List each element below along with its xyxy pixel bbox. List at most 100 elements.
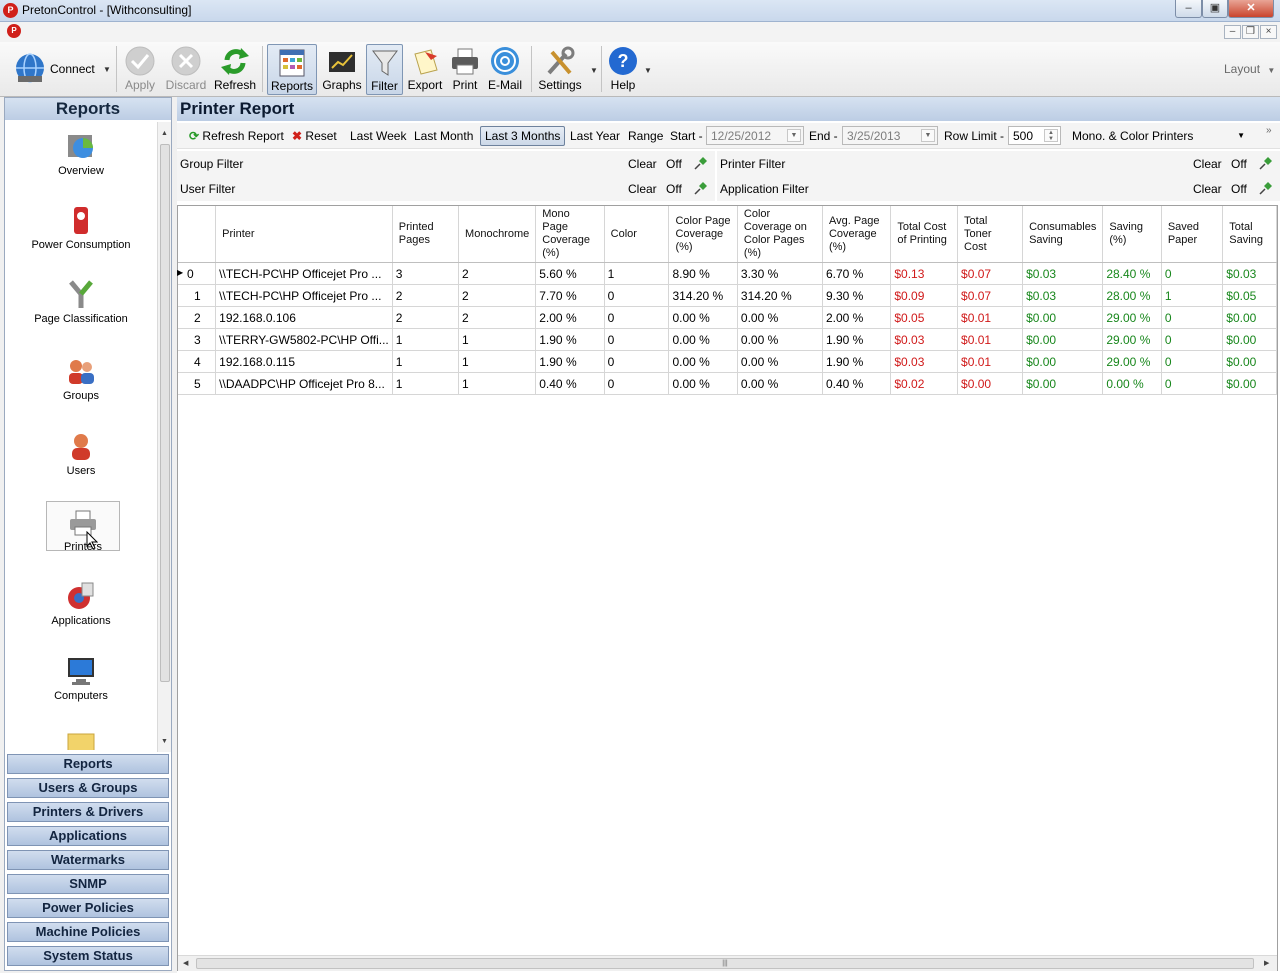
scroll-up-icon[interactable]: ▲ — [161, 130, 168, 137]
pin-icon[interactable] — [692, 155, 708, 171]
column-header[interactable]: Printer — [215, 206, 393, 263]
table-cell[interactable]: $0.00 — [1222, 372, 1277, 395]
row-limit-spinner[interactable]: 500 ▲ ▼ — [1008, 126, 1061, 145]
column-header[interactable]: Color Page Coverage (%) — [668, 206, 738, 263]
user-filter-off-toggle[interactable]: Off — [666, 182, 682, 196]
sidebar-item-page-classification[interactable]: Page Classification — [5, 278, 157, 325]
column-header[interactable]: Total Cost of Printing — [890, 206, 959, 263]
table-cell[interactable]: 1 — [458, 328, 537, 351]
overflow-chevron-icon[interactable]: » — [1266, 125, 1272, 136]
section-power-policies-button[interactable]: Power Policies — [7, 898, 169, 918]
row-index[interactable]: 2 — [178, 306, 217, 329]
table-cell[interactable]: $0.03 — [890, 328, 959, 351]
scrollbar-thumb[interactable]: ||| — [196, 958, 1254, 969]
column-header[interactable]: Printed Pages — [392, 206, 460, 263]
column-header[interactable]: Color — [604, 206, 670, 263]
sidebar-item-power-consumption[interactable]: Power Consumption — [5, 204, 157, 251]
sidebar-item-applications[interactable]: Applications — [5, 580, 157, 627]
table-cell[interactable]: 1 — [392, 350, 460, 373]
table-cell[interactable]: 0 — [1161, 306, 1224, 329]
table-cell[interactable]: $0.01 — [957, 328, 1024, 351]
application-filter-clear-button[interactable]: Clear — [1193, 182, 1222, 196]
table-cell[interactable]: 0.00 % — [668, 306, 738, 329]
sidebar-item-overview[interactable]: Overview — [5, 130, 157, 177]
application-filter-off-toggle[interactable]: Off — [1231, 182, 1247, 196]
printer-filter-clear-button[interactable]: Clear — [1193, 157, 1222, 171]
reset-button[interactable]: ✖ Reset — [292, 129, 337, 143]
minimize-button[interactable]: – — [1175, 0, 1202, 18]
row-index[interactable]: ▶ 0 — [177, 262, 217, 285]
row-index[interactable]: 3 — [178, 328, 217, 351]
table-row[interactable]: ▶ 0 \\TECH-PC\HP Officejet Pro ... 3 2 5.60 %… — [177, 262, 1277, 285]
column-header[interactable]: Avg. Page Coverage (%) — [822, 206, 892, 263]
column-header[interactable]: Monochrome — [458, 206, 537, 263]
mdi-restore-button[interactable]: ❐ — [1242, 25, 1259, 39]
table-cell[interactable]: 9.30 % — [822, 284, 892, 307]
last-month-button[interactable]: Last Month — [414, 129, 473, 143]
column-header[interactable]: Consumables Saving — [1022, 206, 1104, 263]
export-button[interactable]: Export — [405, 44, 445, 95]
refresh-report-button[interactable]: ⟳ Refresh Report — [189, 129, 284, 143]
table-cell[interactable]: 28.40 % — [1102, 262, 1162, 285]
table-cell[interactable]: 2.00 % — [535, 306, 605, 329]
table-cell[interactable]: 0 — [604, 328, 670, 351]
table-row[interactable]: 4 192.168.0.115 1 1 1.90 % 0 0.00 % 0.00 % 1.90 … — [178, 350, 1277, 373]
sidebar-item-groups[interactable]: Groups — [5, 355, 157, 402]
table-cell[interactable]: 29.00 % — [1102, 328, 1162, 351]
user-filter-clear-button[interactable]: Clear — [628, 182, 657, 196]
table-row[interactable]: 5 \\DAADPC\HP Officejet Pro 8... 1 1 0.40 % 0… — [178, 372, 1277, 395]
maximize-button[interactable]: ▣ — [1202, 0, 1228, 18]
table-cell[interactable]: 1 — [458, 372, 537, 395]
layout-menu[interactable]: Layout ▼ — [1224, 62, 1275, 76]
range-button[interactable]: Range — [628, 129, 663, 143]
table-row[interactable]: 1 \\TECH-PC\HP Officejet Pro ... 2 2 7.70 % 0… — [178, 284, 1277, 307]
section-snmp-button[interactable]: SNMP — [7, 874, 169, 894]
table-cell[interactable]: 0.00 % — [1102, 372, 1162, 395]
reports-button[interactable]: Reports — [267, 44, 317, 95]
email-button[interactable]: E-Mail — [485, 44, 525, 95]
column-header[interactable]: Total Toner Cost — [957, 206, 1024, 263]
close-button[interactable]: ✕ — [1228, 0, 1274, 18]
table-cell[interactable]: 1.90 % — [822, 328, 892, 351]
table-cell[interactable]: 0.00 % — [737, 372, 823, 395]
column-header[interactable]: Saving (%) — [1102, 206, 1162, 263]
table-cell[interactable]: 0 — [604, 372, 670, 395]
column-header[interactable]: Saved Paper — [1161, 206, 1224, 263]
connect-dropdown-icon[interactable]: ▼ — [103, 65, 111, 74]
table-cell[interactable]: $0.00 — [957, 372, 1024, 395]
table-cell[interactable]: 0 — [1161, 350, 1224, 373]
table-cell[interactable]: 0.40 % — [822, 372, 892, 395]
table-cell[interactable]: \\TECH-PC\HP Officejet Pro ... — [215, 262, 393, 285]
section-users-groups-button[interactable]: Users & Groups — [7, 778, 169, 798]
sidebar-item-users[interactable]: Users — [5, 430, 157, 477]
table-cell[interactable]: 28.00 % — [1102, 284, 1162, 307]
pin-icon[interactable] — [1257, 180, 1273, 196]
table-cell[interactable]: 0.40 % — [535, 372, 605, 395]
apply-button[interactable]: Apply — [121, 44, 159, 95]
settings-dropdown-icon[interactable]: ▼ — [590, 66, 598, 75]
table-cell[interactable]: 0 — [604, 306, 670, 329]
table-cell[interactable]: 7.70 % — [535, 284, 605, 307]
graphs-button[interactable]: Graphs — [321, 44, 363, 95]
table-cell[interactable]: 0.00 % — [737, 350, 823, 373]
table-cell[interactable]: 0 — [604, 284, 670, 307]
table-cell[interactable]: $0.00 — [1222, 328, 1277, 351]
sidebar-scrollbar[interactable]: ▲ ▼ — [157, 122, 171, 752]
table-row[interactable]: 3 \\TERRY-GW5802-PC\HP Offi... 1 1 1.90 % 0 0.… — [178, 328, 1277, 351]
horizontal-scrollbar[interactable]: ◀ ||| ▶ — [178, 955, 1277, 971]
section-machine-policies-button[interactable]: Machine Policies — [7, 922, 169, 942]
section-system-status-button[interactable]: System Status — [7, 946, 169, 966]
sidebar-item-printers[interactable]: Printers — [46, 501, 120, 553]
table-cell[interactable]: $0.00 — [1022, 350, 1104, 373]
start-date-picker[interactable]: 12/25/2012 ▼ — [706, 126, 804, 145]
table-cell[interactable]: $0.00 — [1022, 306, 1104, 329]
table-cell[interactable]: $0.07 — [957, 284, 1024, 307]
table-cell[interactable]: $0.05 — [890, 306, 959, 329]
section-reports-button[interactable]: Reports — [7, 754, 169, 774]
last-week-button[interactable]: Last Week — [350, 129, 406, 143]
table-cell[interactable]: $0.01 — [957, 350, 1024, 373]
table-cell[interactable]: \\TECH-PC\HP Officejet Pro ... — [215, 284, 393, 307]
table-cell[interactable]: $0.05 — [1222, 284, 1277, 307]
table-cell[interactable]: 29.00 % — [1102, 306, 1162, 329]
table-cell[interactable]: 1 — [1161, 284, 1224, 307]
